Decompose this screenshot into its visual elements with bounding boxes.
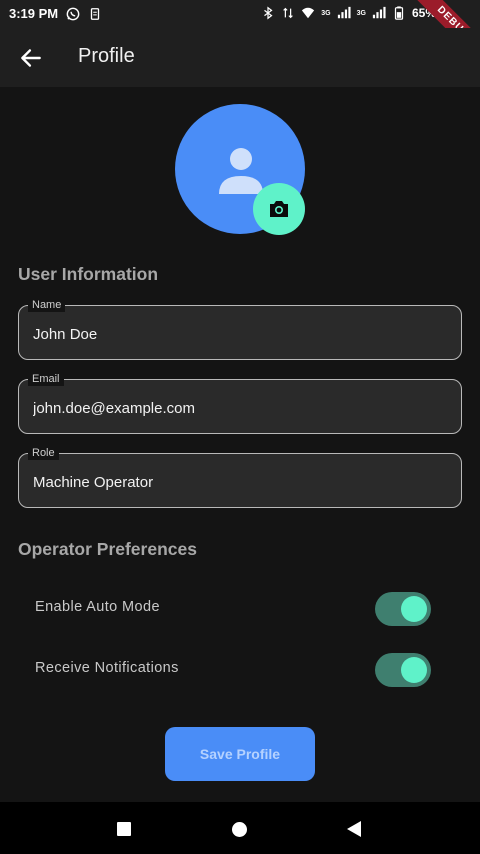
email-field-label: Email [28, 372, 64, 386]
email-field[interactable]: Email [18, 372, 462, 434]
recents-icon[interactable] [117, 822, 131, 836]
signal-icon-2 [372, 6, 386, 19]
operator-preferences-heading: Operator Preferences [18, 539, 197, 559]
role-field-label: Role [28, 446, 59, 460]
auto-mode-label: Enable Auto Mode [35, 599, 160, 615]
name-field[interactable]: Name [18, 298, 462, 360]
camera-icon [270, 201, 288, 217]
battery-icon [394, 6, 404, 20]
notifications-row: Receive Notifications [35, 652, 435, 688]
arrow-left-icon[interactable] [18, 45, 44, 71]
name-input[interactable] [31, 322, 445, 346]
user-information-heading: User Information [18, 264, 159, 284]
toggle-knob [401, 596, 427, 622]
auto-mode-toggle[interactable] [375, 592, 431, 626]
signal-icon [337, 6, 351, 19]
system-nav-bar [0, 802, 480, 854]
email-input[interactable] [31, 396, 445, 420]
app-bar: Profile [0, 28, 480, 87]
page-title: Profile [78, 45, 135, 67]
name-field-label: Name [28, 298, 66, 312]
home-icon[interactable] [232, 822, 247, 837]
auto-mode-row: Enable Auto Mode [35, 591, 435, 627]
toggle-knob [401, 657, 427, 683]
change-photo-button[interactable] [253, 183, 305, 235]
status-bar: 3:19 PM 3G 3G 65% DEBUG [0, 0, 480, 69]
sim-icon [90, 7, 100, 20]
network-type-2: 3G [356, 9, 366, 17]
status-right: 3G 3G 65% [261, 6, 436, 20]
role-input[interactable] [31, 470, 445, 494]
role-field[interactable]: Role [18, 446, 462, 508]
status-left: 3:19 PM [9, 6, 102, 21]
network-type-1: 3G [321, 9, 331, 17]
data-arrows-icon [283, 7, 294, 19]
bluetooth-icon [264, 6, 273, 20]
whatsapp-icon [66, 7, 80, 20]
save-profile-button[interactable]: Save Profile [165, 727, 315, 781]
status-time: 3:19 PM [9, 6, 59, 21]
back-triangle-icon[interactable] [347, 821, 361, 837]
person-icon [219, 148, 263, 194]
notifications-toggle[interactable] [375, 653, 431, 687]
wifi-icon [302, 7, 315, 19]
notifications-label: Receive Notifications [35, 660, 179, 676]
